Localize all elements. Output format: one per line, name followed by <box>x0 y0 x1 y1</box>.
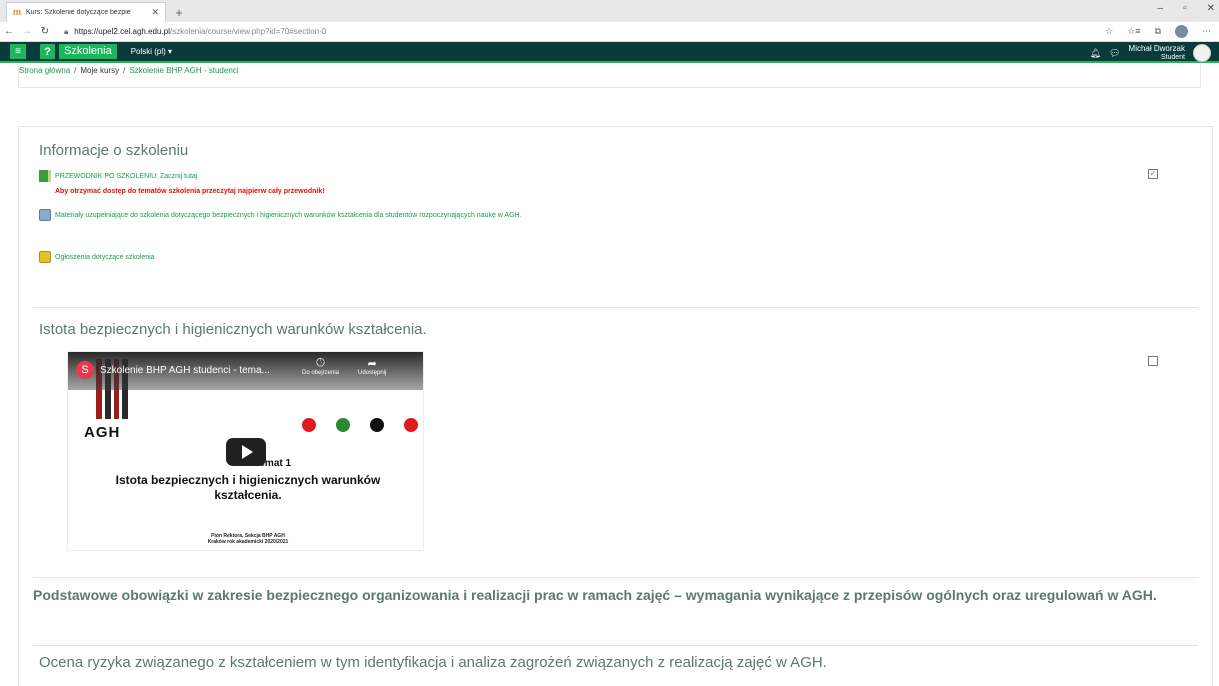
black-dot <box>370 418 384 432</box>
channel-avatar[interactable]: S <box>76 361 94 379</box>
new-tab-button[interactable]: + <box>170 3 188 21</box>
video-title[interactable]: Szkolenie BHP AGH studenci - tema... <box>100 365 270 376</box>
section-topic-2: Podstawowe obowiązki w zakresie bezpiecz… <box>33 578 1198 646</box>
section-title: Informacje o szkoleniu <box>39 142 189 159</box>
share-button[interactable]: ➦ Udostępnij <box>358 357 386 376</box>
breadcrumb-home[interactable]: Strona główna <box>19 66 70 75</box>
watch-later-button[interactable]: 🕓︎ Do obejrzenia <box>302 357 339 376</box>
activity-materials-link[interactable]: Materiały uzupełniające do szkolenia dot… <box>55 212 522 219</box>
breadcrumb-separator: / <box>123 66 126 75</box>
section-topic-1: Istota bezpiecznych i higienicznych waru… <box>33 308 1198 578</box>
play-button[interactable] <box>226 438 266 466</box>
section-info: Informacje o szkoleniu PRZEWODNIK PO SZK… <box>33 127 1198 308</box>
favorites-bar-icon[interactable]: ☆≡ <box>1127 26 1140 37</box>
avatar[interactable] <box>1193 44 1211 62</box>
chat-icon[interactable]: 💬︎ <box>1109 48 1120 59</box>
red-dot <box>302 418 316 432</box>
breadcrumb-separator: / <box>74 66 77 75</box>
section-title: Ocena ryzyka związanego z kształceniem w… <box>39 654 827 671</box>
moodle-favicon-icon: m <box>13 7 22 17</box>
window-controls: – ▫ ✕ <box>1158 3 1216 14</box>
browser-tab[interactable]: m Kurs: Szkolenie dotyczące bezpie ✕ <box>6 2 166 22</box>
url-host: https://upel2.cel.agh.edu.pl <box>74 27 170 36</box>
section-title: Podstawowe obowiązki w zakresie bezpiecz… <box>33 587 1157 603</box>
red-dot <box>404 418 418 432</box>
help-icon[interactable]: ? <box>40 44 55 59</box>
site-brand[interactable]: Szkolenia <box>59 44 117 59</box>
green-dot <box>336 418 350 432</box>
share-icon: ➦ <box>367 358 377 370</box>
browser-actions: ☆ ☆≡ ⧉ ⋯ <box>1105 25 1211 38</box>
close-window-icon[interactable]: ✕ <box>1207 3 1215 14</box>
completion-checkbox-checked[interactable]: ✓ <box>1148 169 1158 179</box>
activity-guide[interactable]: PRZEWODNIK PO SZKOLENIU: Zacznij tutaj <box>39 170 1198 182</box>
tab-title: Kurs: Szkolenie dotyczące bezpie <box>26 9 131 16</box>
site-navbar: ≡ ? Szkolenia Polski (pl) ▾ 🔔︎ 💬︎ Michał… <box>0 42 1219 63</box>
video-heading: Istota bezpiecznych i higienicznych waru… <box>115 473 381 502</box>
activity-materials[interactable]: Materiały uzupełniające do szkolenia dot… <box>39 209 1198 221</box>
share-label: Udostępnij <box>358 370 387 376</box>
youtube-video-embed[interactable]: AGH S Szkolenie BHP AGH studenci - tema.… <box>67 351 424 551</box>
profile-avatar[interactable] <box>1175 25 1188 38</box>
back-icon[interactable]: ← <box>0 26 18 37</box>
refresh-icon[interactable]: ↻ <box>36 26 54 37</box>
bell-icon[interactable]: 🔔︎ <box>1090 48 1101 59</box>
video-footer: Pion Rektora, Sekcja BHP AGH Kraków rok … <box>88 533 408 545</box>
color-dots <box>302 418 418 432</box>
guide-warning: Aby otrzymać dostęp do tematów szkolenia… <box>55 188 325 195</box>
course-content: Informacje o szkoleniu PRZEWODNIK PO SZK… <box>18 126 1213 686</box>
browser-tabstrip: m Kurs: Szkolenie dotyczące bezpie ✕ + –… <box>0 0 1219 22</box>
more-icon[interactable]: ⋯ <box>1202 26 1211 37</box>
lock-icon: 🔒︎ <box>64 26 69 36</box>
clock-icon: 🕓︎ <box>316 357 325 369</box>
user-menu[interactable]: Michał Dworzak Student <box>1129 44 1185 62</box>
resource-icon <box>39 209 51 221</box>
collections-icon[interactable]: ⧉ <box>1155 26 1161 37</box>
language-menu[interactable]: Polski (pl) ▾ <box>131 47 172 56</box>
breadcrumb-my-courses[interactable]: Moje kursy <box>80 66 119 75</box>
forum-icon <box>39 251 51 263</box>
url-field[interactable]: 🔒︎ https://upel2.cel.agh.edu.pl/szkoleni… <box>64 27 326 37</box>
forward-icon[interactable]: → <box>18 26 36 37</box>
favorite-star-icon[interactable]: ☆ <box>1105 26 1113 37</box>
watch-later-label: Do obejrzenia <box>302 370 340 376</box>
navbar-user-area: 🔔︎ 💬︎ Michał Dworzak Student <box>1090 44 1211 62</box>
user-name: Michał Dworzak <box>1128 44 1185 53</box>
user-role: Student <box>1160 54 1185 61</box>
book-icon <box>39 170 51 182</box>
section-topic-3: Ocena ryzyka związanego z kształceniem w… <box>33 646 1198 671</box>
address-bar: ← → ↻ 🔒︎ https://upel2.cel.agh.edu.pl/sz… <box>0 22 1219 42</box>
breadcrumb: Strona główna / Moje kursy / Szkolenie B… <box>18 63 1201 88</box>
menu-icon[interactable]: ≡ <box>10 44 26 59</box>
url-path: /szkolenia/course/view.php?id=70#section… <box>169 27 327 36</box>
restore-icon[interactable]: ▫ <box>1183 3 1187 14</box>
activity-announcements[interactable]: Ogłoszenia dotyczące szkolenia <box>39 251 1198 263</box>
breadcrumb-course[interactable]: Szkolenie BHP AGH - studenci <box>129 66 238 75</box>
activity-guide-link[interactable]: PRZEWODNIK PO SZKOLENIU: Zacznij tutaj <box>55 173 197 180</box>
video-footer-line-2: Kraków rok akademicki 2020/2021 <box>207 539 289 545</box>
minimize-icon[interactable]: – <box>1158 3 1164 14</box>
agh-logo-text: AGH <box>84 424 121 441</box>
section-title: Istota bezpiecznych i higienicznych waru… <box>39 321 427 338</box>
close-icon[interactable]: ✕ <box>151 7 159 18</box>
completion-checkbox[interactable] <box>1148 356 1158 366</box>
activity-announcements-link[interactable]: Ogłoszenia dotyczące szkolenia <box>55 254 155 261</box>
